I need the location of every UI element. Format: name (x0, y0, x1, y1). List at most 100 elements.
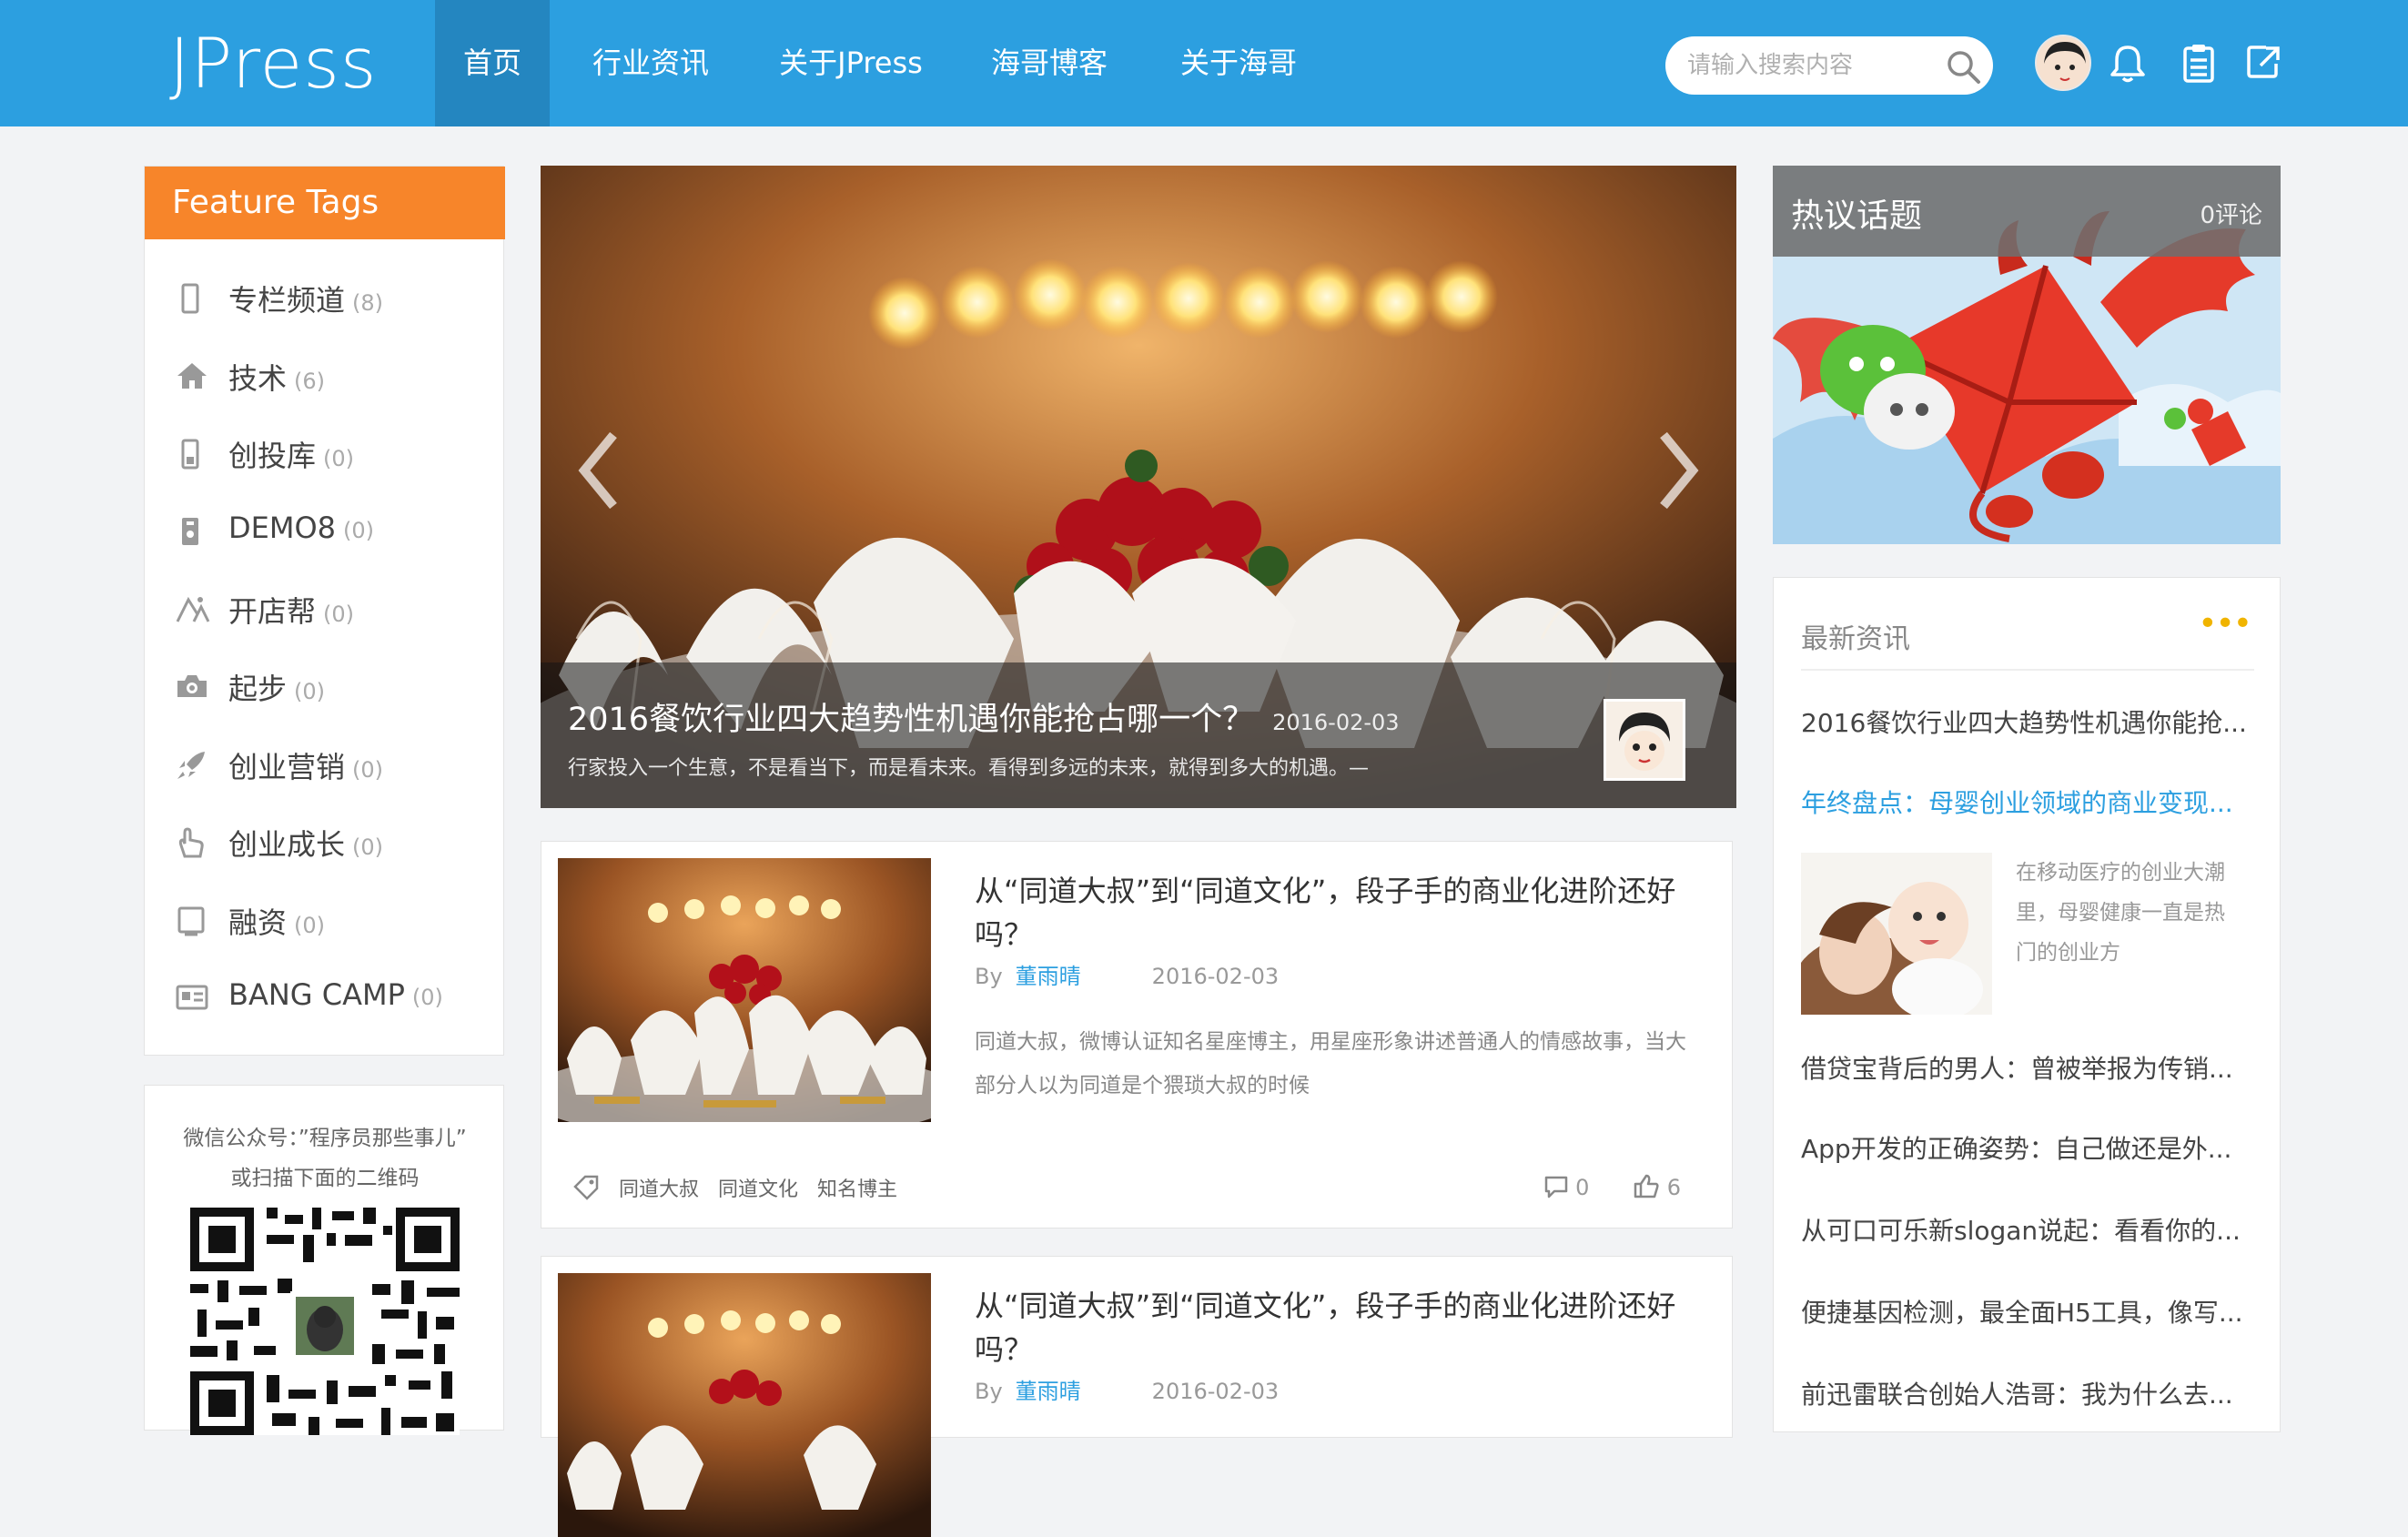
qr-code (190, 1208, 460, 1435)
hand-icon (178, 827, 204, 858)
search-input[interactable] (1685, 47, 1940, 84)
news-item[interactable]: 前迅雷联合创始人浩哥：我为什么去... (1801, 1375, 2256, 1411)
article-by: By (975, 1379, 1003, 1404)
tag-count: (8) (352, 290, 384, 316)
tag-name: 技术 (228, 361, 288, 396)
id-card-icon (176, 985, 208, 1010)
article-excerpt: 同道大叔，微博认证知名星座博主，用星座形象讲述普通人的情感故事，当大部分人以为同… (975, 1030, 1686, 1097)
tag-item[interactable]: 起步 (0) (145, 659, 505, 713)
wechat-line1: 微信公众号：”程序员那些事儿” (183, 1127, 467, 1150)
article-tag[interactable]: 同道文化 (718, 1178, 798, 1201)
nav-about-haige[interactable]: 关于海哥 (1161, 0, 1316, 126)
article-date: 2016-02-03 (1151, 1379, 1280, 1404)
bell-icon[interactable] (2110, 44, 2146, 84)
tag-item[interactable]: DEMO8 (0) (145, 503, 505, 558)
comment-icon[interactable] (1543, 1175, 1569, 1198)
article-by: By (975, 964, 1003, 989)
carousel-summary: 行家投入一个生意，不是看当下，而是看未来。看得到多远的未来，就得到多大的机遇。— (568, 757, 1370, 780)
tag-name: DEMO8 (228, 511, 337, 545)
tag-item[interactable]: 专栏频道 (8) (145, 270, 505, 325)
article-title[interactable]: 从“同道大叔”到“同道文化”，段子手的商业化进阶还好吗？ (975, 869, 1703, 956)
tag-name: 开店帮 (228, 594, 317, 629)
shapes-icon (176, 596, 210, 622)
tag-item[interactable]: 开店帮 (0) (145, 581, 505, 636)
article-author[interactable]: 董雨晴 (1016, 1379, 1081, 1404)
tag-item[interactable]: 创业营销 (0) (145, 737, 505, 792)
tag-item[interactable]: 创业成长 (0) (145, 814, 505, 869)
rocket-icon (177, 752, 205, 779)
user-avatar[interactable] (2035, 35, 2091, 91)
tag-name: 创投库 (228, 439, 317, 473)
phone-icon (181, 439, 199, 470)
article-card[interactable]: 从“同道大叔”到“同道文化”，段子手的商业化进阶还好吗？ By 董雨晴 2016-0… (541, 841, 1733, 1229)
nav-industry-news[interactable]: 行业资讯 (573, 0, 728, 126)
hot-topic-title[interactable]: 热议话题 (1791, 189, 1922, 237)
carousel-title[interactable]: 2016餐饮行业四大趋势性机遇你能抢占哪一个？ (568, 702, 1254, 738)
featured-carousel[interactable]: 2016餐饮行业四大趋势性机遇你能抢占哪一个？ 2016-02-03 行家投入一个… (541, 166, 1736, 808)
nav-home[interactable]: 首页 (435, 0, 550, 126)
wechat-panel: 微信公众号：”程序员那些事儿” 或扫描下面的二维码 (144, 1085, 504, 1435)
news-item[interactable]: 2016餐饮行业四大趋势性机遇你能抢... (1801, 703, 2256, 740)
latest-news-heading: 最新资讯 (1801, 623, 1910, 655)
article-tag[interactable]: 同道大叔 (619, 1178, 699, 1201)
phone-icon (182, 518, 198, 545)
carousel-next-arrow[interactable] (1654, 430, 1700, 511)
nav-about-jpress[interactable]: 关于JPress (764, 0, 937, 126)
tag-name: 融资 (228, 905, 288, 940)
article-tag[interactable]: 知名博主 (817, 1178, 897, 1201)
carousel-prev-arrow[interactable] (577, 430, 622, 511)
logout-icon[interactable] (2246, 44, 2282, 80)
carousel-author-avatar[interactable] (1604, 699, 1685, 781)
tag-name: BANG CAMP (228, 977, 405, 1012)
wechat-line2: 或扫描下面的二维码 (230, 1167, 420, 1190)
mobile-icon (181, 283, 199, 314)
hot-topic-panel[interactable]: 热议话题 0评论 (1773, 166, 2281, 544)
search-icon[interactable] (1946, 49, 1982, 86)
tag-count: (0) (411, 985, 443, 1010)
tag-item[interactable]: 融资 (0) (145, 893, 505, 947)
carousel-caption: 2016餐饮行业四大趋势性机遇你能抢占哪一个？ 2016-02-03 行家投入一个… (541, 662, 1736, 808)
news-item[interactable]: App开发的正确姿势：自己做还是外... (1801, 1129, 2256, 1166)
tag-item[interactable]: BANG CAMP (0) (145, 970, 505, 1025)
tag-count: (0) (323, 446, 355, 471)
news-item[interactable]: 便捷基因检测，最全面H5工具，像写... (1801, 1293, 2256, 1330)
tag-count: (0) (294, 913, 326, 938)
article-thumbnail[interactable] (558, 858, 931, 1122)
feature-tags-panel: Feature Tags 专栏频道 (8) 技术 (6) 创投库 (0) DEMO8(… (144, 166, 505, 1056)
top-navbar: JPress 首页 行业资讯 关于JPress 海哥博客 关于海哥 (0, 0, 2408, 126)
tag-icon (573, 1175, 599, 1200)
camera-icon (177, 675, 207, 697)
article-thumbnail[interactable] (558, 1273, 931, 1537)
hot-topic-count: 0评论 (2200, 202, 2262, 229)
news-item[interactable]: 从可口可乐新slogan说起：看看你的... (1801, 1211, 2256, 1248)
tag-count: (0) (294, 679, 326, 704)
tag-count: (0) (343, 518, 375, 543)
comment-count: 0 (1575, 1175, 1590, 1200)
tag-item[interactable]: 创投库 (0) (145, 426, 505, 480)
site-logo[interactable]: JPress (169, 20, 377, 107)
clipboard-icon[interactable] (2182, 44, 2215, 84)
article-card[interactable]: 从“同道大叔”到“同道文化”，段子手的商业化进阶还好吗？ By 董雨晴 2016-0… (541, 1256, 1733, 1537)
tag-name: 创业成长 (228, 827, 346, 862)
tag-count: (0) (352, 834, 384, 860)
nav-haige-blog[interactable]: 海哥博客 (972, 0, 1127, 126)
article-date: 2016-02-03 (1151, 964, 1280, 989)
like-count: 6 (1666, 1175, 1681, 1200)
divider (1801, 669, 2254, 671)
article-author[interactable]: 董雨晴 (1016, 964, 1081, 989)
home-icon (177, 363, 207, 389)
article-title[interactable]: 从“同道大叔”到“同道文化”，段子手的商业化进阶还好吗？ (975, 1284, 1703, 1371)
tag-count: (0) (352, 757, 384, 783)
more-dots-icon[interactable]: ••• (2198, 605, 2252, 642)
news-feature-text: 在移动医疗的创业大潮里，母婴健康一直是热门的创业方 (2016, 861, 2225, 965)
news-item[interactable]: 年终盘点：母婴创业领域的商业变现... (1801, 784, 2256, 820)
news-feature-image[interactable] (1801, 853, 1992, 1015)
news-item[interactable]: 借贷宝背后的男人：曾被举报为传销... (1801, 1049, 2256, 1086)
tag-item[interactable]: 技术 (6) (145, 349, 505, 403)
like-icon[interactable] (1633, 1173, 1660, 1198)
tag-name: 创业营销 (228, 750, 346, 784)
search-box (1665, 36, 1993, 95)
square-icon (177, 906, 205, 936)
tag-name: 起步 (228, 672, 288, 706)
tag-count: (0) (323, 602, 355, 627)
